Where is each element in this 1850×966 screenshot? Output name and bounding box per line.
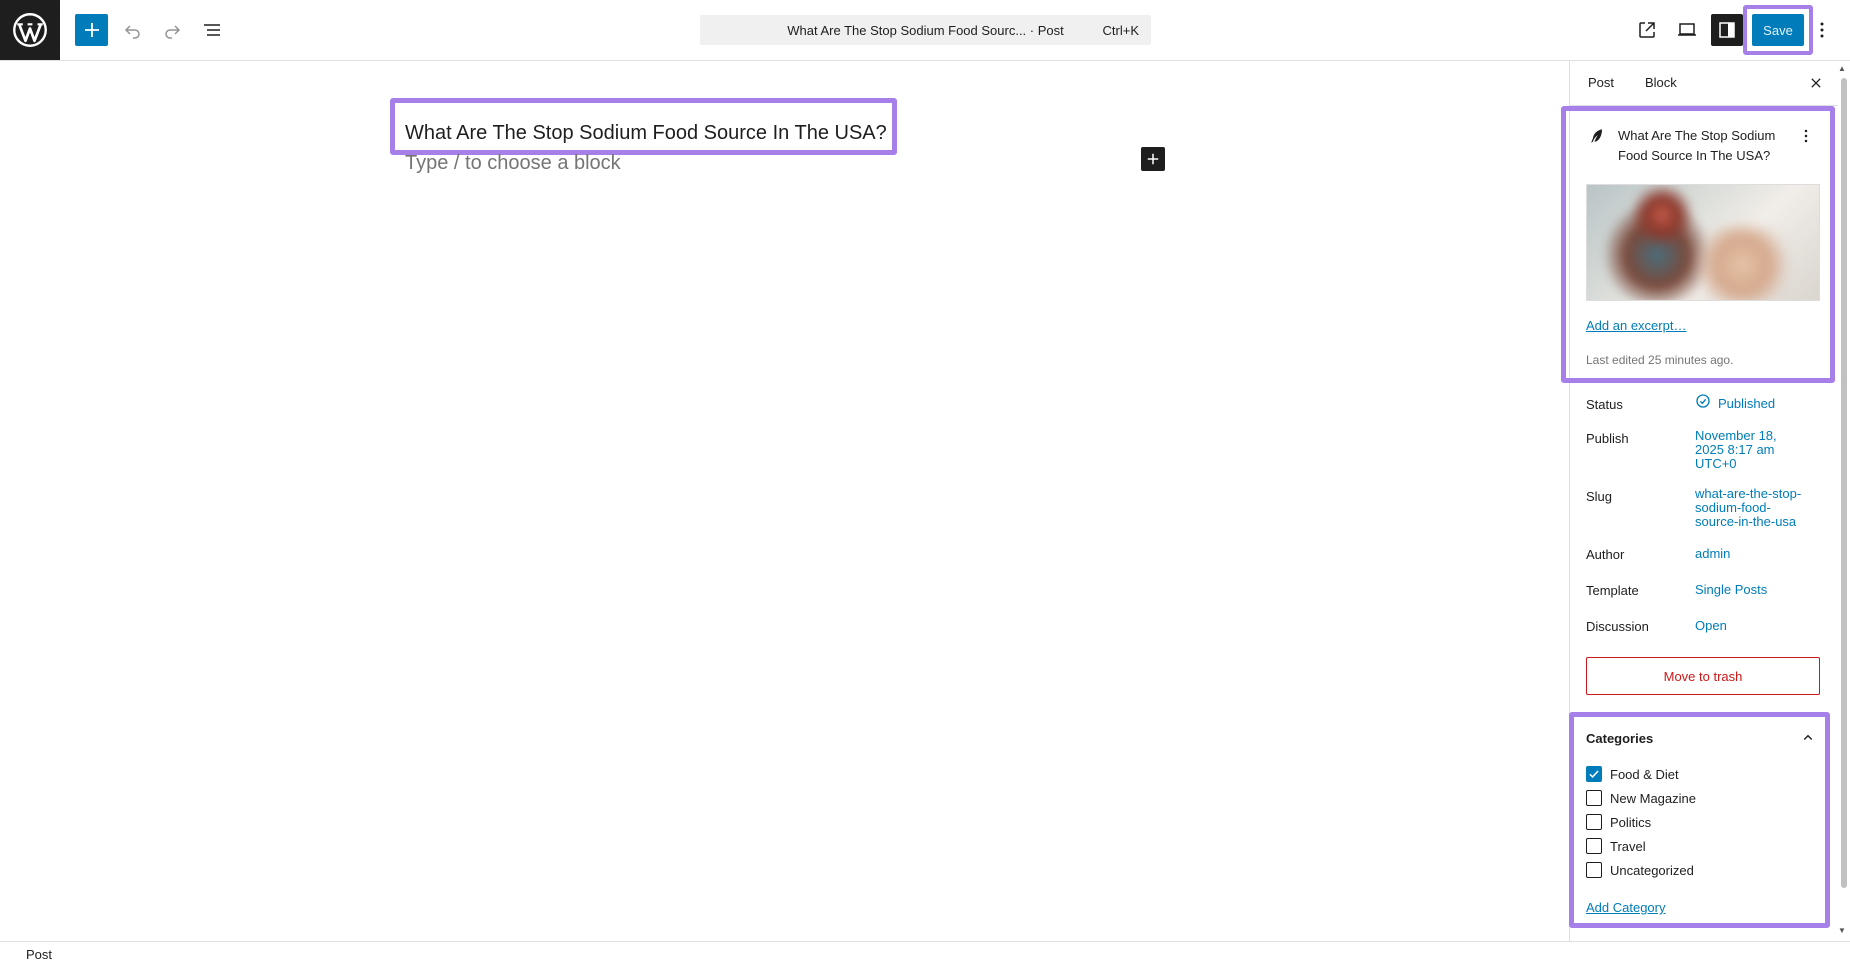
check-icon <box>1589 770 1599 779</box>
sidebar-icon <box>1719 22 1735 38</box>
wordpress-icon <box>13 13 47 47</box>
undo-button[interactable] <box>116 13 149 46</box>
author-value[interactable]: admin <box>1695 547 1730 561</box>
scroll-up-arrow-icon[interactable]: ▲ <box>1838 64 1846 73</box>
block-inserter-button[interactable] <box>75 14 108 46</box>
categories-panel-title[interactable]: Categories <box>1586 731 1653 746</box>
more-vertical-icon <box>1804 129 1808 143</box>
status-value[interactable]: Published <box>1718 397 1775 411</box>
slug-line: sodium-food- <box>1695 500 1771 515</box>
featured-image-shape <box>1627 185 1697 245</box>
add-block-button[interactable] <box>1141 147 1165 171</box>
more-vertical-icon <box>1820 22 1824 37</box>
scrollbar-thumb[interactable] <box>1841 78 1847 888</box>
featured-image-shape <box>1687 225 1797 300</box>
category-item-new-magazine[interactable]: New Magazine <box>1586 789 1696 807</box>
plus-icon <box>1147 153 1159 165</box>
external-link-icon <box>1638 21 1655 38</box>
save-button[interactable]: Save <box>1752 14 1804 46</box>
tab-block[interactable]: Block <box>1645 75 1677 90</box>
close-icon <box>1811 78 1821 88</box>
close-sidebar-button[interactable] <box>1804 71 1828 95</box>
status-label: Status <box>1586 397 1623 412</box>
add-excerpt-link[interactable]: Add an excerpt… <box>1586 318 1686 333</box>
desktop-icon <box>1677 22 1696 36</box>
discussion-value[interactable]: Open <box>1695 619 1727 633</box>
document-title: What Are The Stop Sodium Food Sourc... ·… <box>787 22 1064 38</box>
category-item-travel[interactable]: Travel <box>1586 837 1646 855</box>
category-checkbox[interactable] <box>1586 862 1602 878</box>
category-checkbox[interactable] <box>1586 814 1602 830</box>
category-label: New Magazine <box>1610 790 1696 806</box>
category-checkbox[interactable] <box>1586 790 1602 806</box>
last-edited-text: Last edited 25 minutes ago. <box>1586 353 1734 367</box>
undo-icon <box>124 24 140 39</box>
summary-post-title: What Are The Stop Sodium Food Source In … <box>1618 128 1776 163</box>
category-label: Travel <box>1610 838 1646 854</box>
document-overview-button[interactable] <box>195 13 228 46</box>
chevron-up-icon <box>1803 734 1813 740</box>
move-to-trash-button[interactable]: Move to trash <box>1586 657 1820 695</box>
slug-line: source-in-the-usa <box>1695 514 1797 529</box>
publish-label: Publish <box>1586 431 1629 446</box>
plus-icon <box>84 23 99 37</box>
category-item-politics[interactable]: Politics <box>1586 813 1651 831</box>
preview-button[interactable] <box>1670 13 1703 46</box>
publish-date-line: November 18, <box>1695 428 1777 443</box>
category-item-uncategorized[interactable]: Uncategorized <box>1586 861 1694 879</box>
editor-header: What Are The Stop Sodium Food Sourc... ·… <box>0 0 1850 61</box>
author-label: Author <box>1586 547 1625 562</box>
category-label: Politics <box>1610 814 1652 830</box>
view-post-button[interactable] <box>1630 13 1663 46</box>
editor-footer: Post <box>0 941 1850 966</box>
list-view-icon <box>203 23 220 36</box>
category-label: Food & Diet <box>1610 766 1679 782</box>
publish-date-line: UTC+0 <box>1695 456 1737 471</box>
redo-button[interactable] <box>155 13 188 46</box>
post-icon <box>1591 129 1602 143</box>
redo-icon <box>164 24 180 39</box>
scroll-down-arrow-icon[interactable]: ▼ <box>1838 926 1846 935</box>
post-actions-button[interactable] <box>1796 126 1816 146</box>
template-label: Template <box>1586 583 1639 598</box>
slug-value[interactable]: what-are-the-stop- sodium-food- source-i… <box>1695 487 1801 529</box>
template-value[interactable]: Single Posts <box>1695 583 1767 597</box>
tab-post[interactable]: Post <box>1588 75 1614 90</box>
breadcrumb[interactable]: Post <box>26 947 52 962</box>
published-check-icon <box>1696 394 1710 408</box>
editor-canvas[interactable] <box>0 61 1569 941</box>
options-menu-button[interactable] <box>1810 13 1834 46</box>
discussion-label: Discussion <box>1586 619 1649 634</box>
command-shortcut: Ctrl+K <box>1102 22 1139 38</box>
category-checkbox[interactable] <box>1586 838 1602 854</box>
category-label: Uncategorized <box>1610 862 1694 878</box>
publish-date-value[interactable]: November 18, 2025 8:17 am UTC+0 <box>1695 429 1777 471</box>
wordpress-logo-button[interactable] <box>0 0 60 60</box>
slug-line: what-are-the-stop- <box>1695 486 1802 501</box>
sidebar-tabs: Post Block <box>1570 61 1838 106</box>
add-category-link[interactable]: Add Category <box>1586 900 1666 915</box>
post-title[interactable]: What Are The Stop Sodium Food Source In … <box>405 122 887 145</box>
command-palette-bar[interactable]: What Are The Stop Sodium Food Sourc... ·… <box>700 15 1151 45</box>
block-placeholder[interactable]: Type / to choose a block <box>405 152 621 175</box>
category-item-food-diet[interactable]: Food & Diet <box>1586 765 1679 783</box>
slug-label: Slug <box>1586 489 1613 504</box>
settings-sidebar-toggle[interactable] <box>1711 14 1743 46</box>
category-checkbox[interactable] <box>1586 766 1602 782</box>
categories-toggle[interactable] <box>1798 728 1818 748</box>
publish-date-line: 2025 8:17 am <box>1695 442 1775 457</box>
featured-image[interactable] <box>1586 184 1820 301</box>
